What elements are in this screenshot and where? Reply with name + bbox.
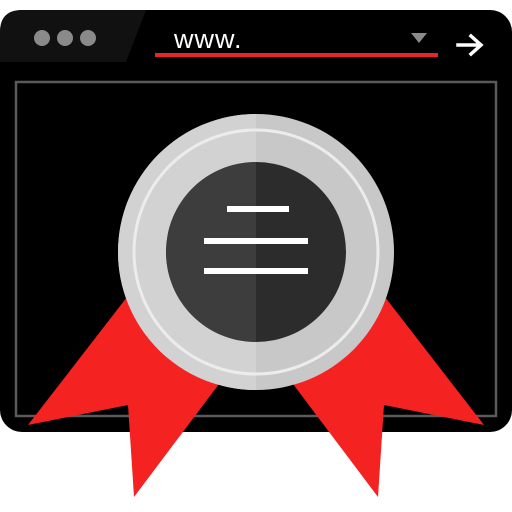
tab-area <box>0 10 146 62</box>
browser-window <box>0 10 512 497</box>
three-dots-icon[interactable] <box>34 30 96 46</box>
address-bar-text[interactable]: www. <box>174 22 243 56</box>
